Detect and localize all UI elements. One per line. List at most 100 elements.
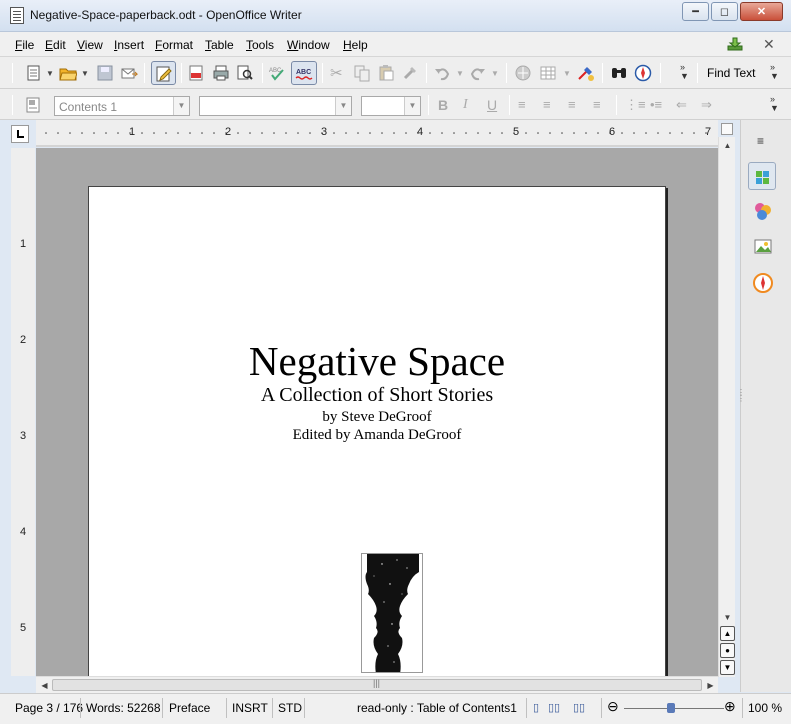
navigator-sidebar-icon[interactable]	[752, 272, 774, 294]
previous-page-button[interactable]: ▲	[720, 626, 735, 641]
navigator-icon[interactable]	[634, 64, 652, 82]
open-dropdown-chevron-icon[interactable]: ▼	[81, 69, 89, 78]
tab-stop-selector[interactable]	[11, 125, 29, 143]
find-toolbar-overflow-icon[interactable]: » ▼	[770, 63, 779, 81]
save-icon[interactable]	[96, 64, 114, 82]
new-dropdown-chevron-icon[interactable]: ▼	[46, 69, 54, 78]
align-left-icon[interactable]: ≡	[518, 97, 526, 112]
cover-image[interactable]	[361, 553, 423, 673]
scroll-right-icon[interactable]: ▶	[703, 678, 718, 693]
horizontal-scrollbar[interactable]: ◀ ||| ▶	[36, 676, 718, 693]
undo-icon[interactable]	[433, 64, 451, 82]
horizontal-scroll-thumb[interactable]: |||	[52, 678, 702, 691]
ruler-tick	[477, 132, 479, 134]
spellcheck-icon[interactable]: ABC	[268, 64, 286, 82]
font-size-select[interactable]: ▼	[361, 96, 421, 116]
email-icon[interactable]	[120, 64, 138, 82]
book-view-icon[interactable]: ▯▯	[573, 701, 585, 714]
insert-mode[interactable]: INSRT	[232, 701, 268, 715]
menu-insert[interactable]: Insert	[114, 38, 144, 52]
italic-icon[interactable]: I	[463, 97, 468, 113]
numbering-icon[interactable]: ⋮≡	[625, 97, 646, 113]
redo-icon[interactable]	[469, 64, 487, 82]
paste-icon[interactable]	[377, 64, 395, 82]
export-pdf-icon[interactable]	[187, 64, 205, 82]
gallery-icon[interactable]	[752, 236, 774, 258]
selection-mode[interactable]: STD	[278, 701, 302, 715]
menu-edit[interactable]: Edit	[45, 38, 66, 52]
horizontal-ruler[interactable]: 1 2 3 4 5 6 7	[36, 120, 718, 147]
scroll-up-icon[interactable]: ▲	[720, 138, 735, 153]
scroll-left-icon[interactable]: ◀	[37, 678, 52, 693]
find-text-label[interactable]: Find Text	[707, 66, 755, 80]
align-right-icon[interactable]: ≡	[568, 97, 576, 112]
toolbar-grip[interactable]	[12, 95, 13, 115]
properties-button[interactable]	[748, 162, 776, 190]
new-icon[interactable]	[25, 64, 43, 82]
multi-page-view-icon[interactable]: ▯▯	[548, 701, 560, 714]
toolbar-overflow-icon[interactable]: » ▼	[680, 63, 689, 81]
sidebar-collapse-grip-icon[interactable]: ⋮ ⋮	[737, 389, 745, 403]
copy-icon[interactable]	[353, 64, 371, 82]
styles-icon[interactable]	[752, 200, 774, 222]
menu-help[interactable]: Help	[343, 38, 368, 52]
menu-file[interactable]: File	[15, 38, 34, 52]
menu-window[interactable]: Window	[287, 38, 330, 52]
zoom-slider-thumb[interactable]	[667, 703, 675, 713]
table-icon[interactable]	[539, 64, 557, 82]
find-replace-icon[interactable]	[610, 64, 628, 82]
menu-tools[interactable]: Tools	[246, 38, 274, 52]
edit-file-button[interactable]	[151, 61, 176, 85]
close-icon: ✕	[756, 6, 767, 18]
next-page-button[interactable]: ▼	[720, 660, 735, 675]
maximize-button[interactable]: ◻	[711, 2, 738, 21]
paragraph-style-select[interactable]: Contents 1 ▼	[54, 96, 190, 116]
cut-icon[interactable]: ✂	[330, 64, 343, 82]
font-name-select[interactable]: ▼	[199, 96, 352, 116]
page-style[interactable]: Preface	[169, 701, 210, 715]
decrease-indent-icon[interactable]: ⇐	[676, 97, 687, 113]
formatting-overflow-icon[interactable]: » ▼	[770, 95, 779, 113]
align-center-icon[interactable]: ≡	[543, 97, 551, 112]
justify-icon[interactable]: ≡	[593, 97, 601, 112]
hyperlink-icon[interactable]	[514, 64, 532, 82]
menu-format[interactable]: Format	[155, 38, 193, 52]
increase-indent-icon[interactable]: ⇒	[701, 97, 712, 113]
document-page[interactable]: Negative Space A Collection of Short Sto…	[88, 186, 666, 676]
download-update-icon[interactable]	[727, 37, 743, 51]
toolbar-grip[interactable]	[12, 63, 13, 83]
underline-icon[interactable]: U	[487, 97, 497, 113]
close-button[interactable]: ✕	[740, 2, 783, 21]
single-page-view-icon[interactable]: ▯	[533, 701, 539, 714]
close-document-icon[interactable]: ✕	[763, 36, 775, 53]
menu-view[interactable]: View	[77, 38, 103, 52]
redo-dropdown-chevron-icon[interactable]: ▼	[491, 69, 499, 78]
vertical-scrollbar[interactable]: ▲ ▼ ▲ ● ▼	[718, 123, 735, 677]
status-divider	[526, 698, 527, 718]
navigation-button[interactable]: ●	[720, 643, 735, 658]
zoom-out-icon[interactable]: ⊖	[607, 698, 619, 715]
sidebar-menu-icon[interactable]: ≡	[757, 134, 764, 148]
undo-dropdown-chevron-icon[interactable]: ▼	[456, 69, 464, 78]
draw-functions-icon[interactable]	[577, 64, 595, 82]
toolbar-grip[interactable]	[697, 63, 698, 83]
bullets-icon[interactable]: •≡	[650, 97, 662, 112]
bold-icon[interactable]: B	[438, 97, 448, 113]
document-title: Negative Space	[248, 338, 506, 384]
menu-table[interactable]: Table	[205, 38, 234, 52]
document-area[interactable]: Negative Space A Collection of Short Sto…	[36, 148, 718, 676]
zoom-in-icon[interactable]: ⊕	[724, 698, 736, 715]
zoom-level[interactable]: 100 %	[748, 701, 782, 715]
print-icon[interactable]	[212, 64, 230, 82]
table-dropdown-chevron-icon[interactable]: ▼	[563, 69, 571, 78]
document-subtitle: A Collection of Short Stories	[260, 384, 494, 406]
scroll-down-icon[interactable]: ▼	[720, 610, 735, 625]
styles-formatting-icon[interactable]	[25, 96, 43, 114]
clone-formatting-icon[interactable]	[401, 64, 419, 82]
vertical-ruler[interactable]: 1 2 3 4 5	[11, 148, 35, 676]
autospellcheck-button[interactable]: ABC	[291, 61, 317, 85]
minimize-button[interactable]: ━	[682, 2, 709, 21]
open-icon[interactable]	[59, 64, 77, 82]
page-preview-icon[interactable]	[236, 64, 254, 82]
page-indicator[interactable]: Page 3 / 176	[15, 701, 83, 715]
